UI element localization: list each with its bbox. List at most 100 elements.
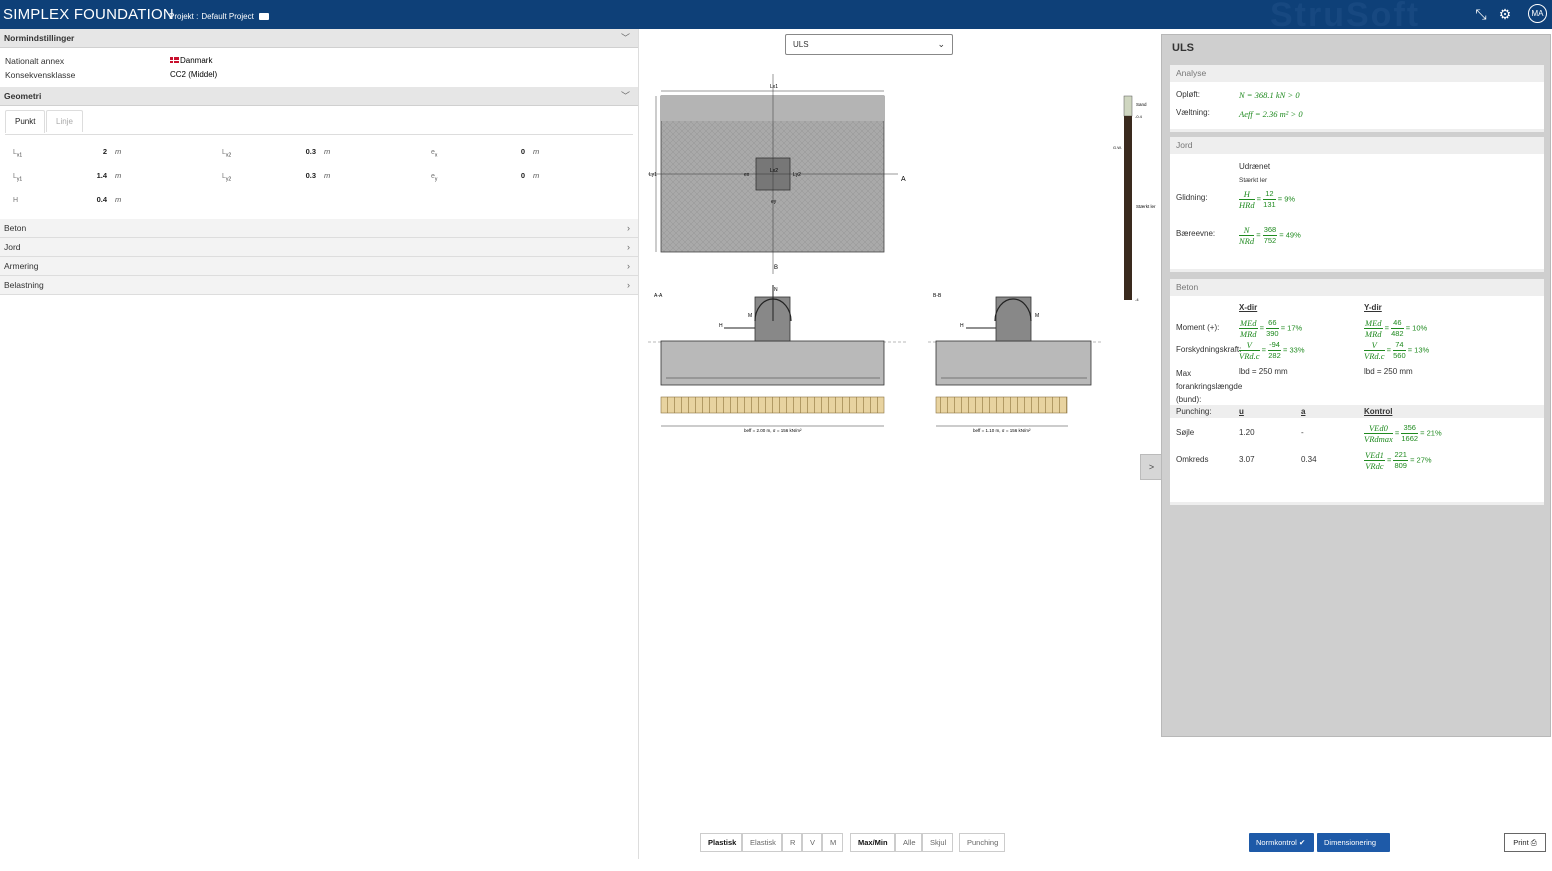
geometry-field[interactable]: ey 0 m: [431, 171, 539, 183]
annex-row: Nationalt annex Danmark: [0, 56, 638, 70]
project-name: Default Project: [201, 12, 254, 21]
project-selector[interactable]: Projekt : Default Project: [169, 12, 269, 21]
settings-panel: Normindstillinger ﹀ Nationalt annex Danma…: [0, 29, 639, 859]
shear-label: Forskydningskraft:: [1176, 345, 1242, 354]
section-b-label: B: [774, 265, 778, 271]
bottom-toolbar: Plastisk Elastisk R V M Max/Min Alle Skj…: [0, 830, 1552, 866]
sojle-a: -: [1301, 428, 1304, 437]
omkreds-label: Omkreds: [1176, 455, 1209, 464]
geometry-value[interactable]: 0: [501, 147, 525, 156]
geometry-subscript: y2: [225, 176, 232, 183]
geometry-subscript: y: [434, 176, 438, 183]
m-button[interactable]: M: [822, 833, 843, 852]
load-combination-select[interactable]: ULS ⌄: [785, 34, 953, 55]
soil-type: Udrænet: [1239, 162, 1271, 171]
geometry-unit: m: [115, 195, 122, 204]
chevron-right-icon: ›: [627, 242, 630, 252]
gear-icon[interactable]: ⚙: [1497, 6, 1513, 22]
class-select[interactable]: CC2 (Middel): [170, 70, 217, 79]
section-a-label: A: [901, 176, 906, 183]
beff-bb-label: beff = 1.10 m, σ = 156 kN/m²: [973, 428, 1031, 433]
card-jord: Jord Udrænet Stærkt ler Glidning: H HRd =…: [1170, 137, 1544, 272]
skjul-button[interactable]: Skjul: [922, 833, 953, 852]
vaeltning-value: Aeff = 2.36 m² > 0: [1239, 109, 1303, 119]
printer-icon: ⎙: [1530, 838, 1537, 847]
alle-button[interactable]: Alle: [895, 833, 922, 852]
ly1-label: Ly1: [649, 172, 657, 178]
minimize-icon[interactable]: ⤡: [1473, 6, 1489, 22]
geometry-field[interactable]: Lx1 2 m: [13, 147, 121, 159]
ex-label: ex: [744, 172, 750, 178]
soil-sand-label: Sand: [1136, 102, 1147, 107]
avatar[interactable]: MA: [1528, 4, 1547, 23]
moment-label: Moment (+):: [1176, 323, 1220, 332]
col-u: u: [1239, 407, 1244, 416]
panel-toggle-button[interactable]: >: [1140, 454, 1163, 480]
print-button[interactable]: Print ⎙: [1504, 833, 1546, 852]
geometry-unit: m: [115, 147, 122, 156]
elastisk-button[interactable]: Elastisk: [742, 833, 782, 852]
geometry-subscript: x: [434, 152, 438, 159]
jord-title: Jord: [1170, 137, 1544, 154]
section-beton[interactable]: Beton ›: [0, 219, 638, 238]
section-normindstillinger[interactable]: Normindstillinger ﹀: [0, 29, 638, 48]
moment-x-formula: MEd MRd = 66 390 = 17%: [1239, 318, 1303, 339]
uls-panel: ULS Analyse Opløft: N = 368.1 kN > 0 Væl…: [1161, 34, 1551, 737]
geometry-field[interactable]: Ly2 0.3 m: [222, 171, 330, 183]
lx1-label: Lx1: [770, 84, 778, 90]
section-aa: A-A N H M beff = 2.00 m, σ = 156 kN/m²: [648, 285, 908, 433]
geometry-unit: m: [115, 171, 122, 180]
maxmin-button[interactable]: Max/Min: [850, 833, 895, 852]
ydir-header: Y-dir: [1364, 303, 1382, 312]
section-armering[interactable]: Armering ›: [0, 257, 638, 276]
class-label: Konsekvensklasse: [5, 70, 76, 80]
geometry-field[interactable]: Lx2 0.3 m: [222, 147, 330, 159]
n-label: N: [774, 287, 778, 293]
geometry-grid: Lx1 2 m Lx2 0.3 m ex 0 m Ly1 1.4 m Ly2 0.3 m ey 0 m H 0.4 m: [0, 135, 638, 219]
beton-title: Beton: [1170, 279, 1544, 296]
punching-label: Punching:: [1176, 407, 1212, 416]
geometry-symbol: H: [13, 197, 19, 204]
sojle-formula: VEd0 VRdmax = 356 1662 = 21%: [1364, 423, 1442, 444]
section-belastning[interactable]: Belastning ›: [0, 276, 638, 295]
geometry-field[interactable]: ex 0 m: [431, 147, 539, 159]
geometry-value[interactable]: 0.3: [292, 147, 316, 156]
geometry-field[interactable]: H 0.4 m: [13, 195, 121, 207]
app-logo: SIMPLEX FOUNDATION: [3, 6, 174, 23]
geometry-value[interactable]: 0.4: [83, 195, 107, 204]
calculator-icon: ▦: [1324, 857, 1332, 866]
shear-y-formula: V VRd.c = 74 560 = 13%: [1364, 340, 1430, 361]
punching-button[interactable]: Punching: [959, 833, 1005, 852]
r-button[interactable]: R: [782, 833, 802, 852]
m-label: M: [1035, 313, 1039, 319]
annex-label: Nationalt annex: [5, 56, 65, 66]
dimensionering-button[interactable]: Dimensionering ▦: [1317, 833, 1390, 866]
lx2-label: Lx2: [770, 168, 778, 174]
geometry-value[interactable]: 0.3: [292, 171, 316, 180]
plan-view: Lx1 Ly1 Lx2 Ly2 ex ey A B: [648, 74, 906, 274]
geometry-tabs: Punkt Linje: [5, 110, 633, 135]
v-button[interactable]: V: [802, 833, 822, 852]
card-beton: Beton X-dir Y-dir Moment (+): MEd MRd = 6…: [1170, 279, 1544, 505]
annex-select[interactable]: Danmark: [170, 56, 212, 65]
geometry-field[interactable]: Ly1 1.4 m: [13, 171, 121, 183]
section-jord[interactable]: Jord ›: [0, 238, 638, 257]
depth-1-label: -0.4: [1135, 114, 1143, 119]
geometry-value[interactable]: 1.4: [83, 171, 107, 180]
tab-punkt[interactable]: Punkt: [5, 110, 46, 133]
geometry-value[interactable]: 2: [83, 147, 107, 156]
anchorage-label: Max forankringslængde (bund):: [1176, 369, 1243, 404]
normkontrol-button[interactable]: Normkontrol ✔: [1249, 833, 1314, 852]
geometry-value[interactable]: 0: [501, 171, 525, 180]
glidning-label: Glidning:: [1176, 193, 1208, 202]
depth-2-label: -4: [1135, 297, 1139, 302]
geometry-subscript: x2: [225, 152, 232, 159]
geometry-unit: m: [533, 147, 540, 156]
plastisk-button[interactable]: Plastisk: [700, 833, 742, 852]
geometry-subscript: y1: [16, 176, 23, 183]
class-row: Konsekvensklasse CC2 (Middel): [0, 70, 638, 84]
section-geometri[interactable]: Geometri ﹀: [0, 87, 638, 106]
sojle-label: Søjle: [1176, 428, 1195, 437]
gw-label: G.W.: [1113, 145, 1122, 150]
tab-linje[interactable]: Linje: [46, 110, 83, 132]
